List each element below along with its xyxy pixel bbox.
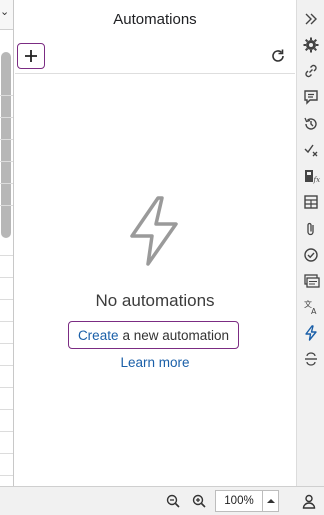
formula-icon[interactable]: fx	[302, 167, 320, 185]
create-automation-button[interactable]: Create a new automation	[68, 321, 239, 349]
svg-text:A: A	[311, 307, 317, 316]
empty-state-heading: No automations	[95, 291, 215, 310]
right-sidebar: fx 文 A	[296, 0, 324, 486]
refresh-icon	[272, 49, 284, 62]
create-link[interactable]: Create	[78, 328, 119, 343]
grid-line	[0, 409, 13, 410]
zoom-dropdown-button[interactable]	[263, 490, 279, 512]
grid-line	[0, 277, 13, 278]
grid-line	[0, 453, 13, 454]
comment-icon[interactable]	[302, 88, 320, 106]
grid-line	[0, 365, 13, 366]
spreadsheet-strip: ⌄	[0, 0, 14, 486]
grid-line	[0, 255, 13, 256]
grid-line	[0, 139, 13, 140]
status-bar: 100%	[0, 486, 324, 515]
grid-line	[0, 117, 13, 118]
grid-line	[0, 95, 13, 96]
zoom-in-icon[interactable]	[191, 493, 207, 509]
grid-line	[0, 299, 13, 300]
link-icon[interactable]	[302, 62, 320, 80]
table-icon[interactable]	[302, 193, 320, 211]
zoom-level-field[interactable]: 100%	[215, 490, 263, 512]
collapse-icon[interactable]	[302, 10, 320, 28]
grid-line	[0, 475, 13, 476]
user-icon[interactable]	[301, 493, 317, 509]
automations-panel: Automations No automations Create a new …	[15, 0, 295, 486]
panel-title: Automations	[113, 11, 197, 28]
translate-icon[interactable]: 文 A	[302, 298, 320, 316]
checkmark-circle-icon[interactable]	[302, 246, 320, 264]
grid-line	[0, 205, 13, 206]
create-button-label: a new automation	[122, 327, 230, 343]
grid-line	[0, 321, 13, 322]
plus-icon	[25, 50, 37, 62]
column-header-box: ⌄	[0, 0, 13, 30]
grid-line	[0, 183, 13, 184]
vertical-scrollbar[interactable]	[1, 52, 11, 238]
cards-icon[interactable]	[302, 272, 320, 290]
settings-gear-icon[interactable]	[302, 36, 320, 54]
lightning-bolt-icon	[130, 196, 178, 266]
spellcheck-icon[interactable]	[302, 141, 320, 159]
history-icon[interactable]	[302, 115, 320, 133]
panel-divider	[15, 73, 295, 74]
add-automation-button[interactable]	[17, 43, 45, 69]
more-icon[interactable]	[302, 350, 320, 368]
grid-line	[0, 343, 13, 344]
svg-text:fx: fx	[313, 176, 321, 184]
chevron-down-icon[interactable]: ⌄	[0, 5, 9, 18]
grid-line	[0, 431, 13, 432]
grid-line	[0, 161, 13, 162]
automation-bolt-icon[interactable]	[302, 324, 320, 342]
learn-more-link[interactable]: Learn more	[15, 355, 295, 370]
attachment-icon[interactable]	[302, 220, 320, 238]
app-window: ⌄ Automations No automations Create a ne…	[0, 0, 324, 515]
refresh-button[interactable]	[269, 47, 287, 65]
grid-line	[0, 387, 13, 388]
zoom-out-icon[interactable]	[165, 493, 181, 509]
triangle-up-icon	[266, 499, 275, 503]
